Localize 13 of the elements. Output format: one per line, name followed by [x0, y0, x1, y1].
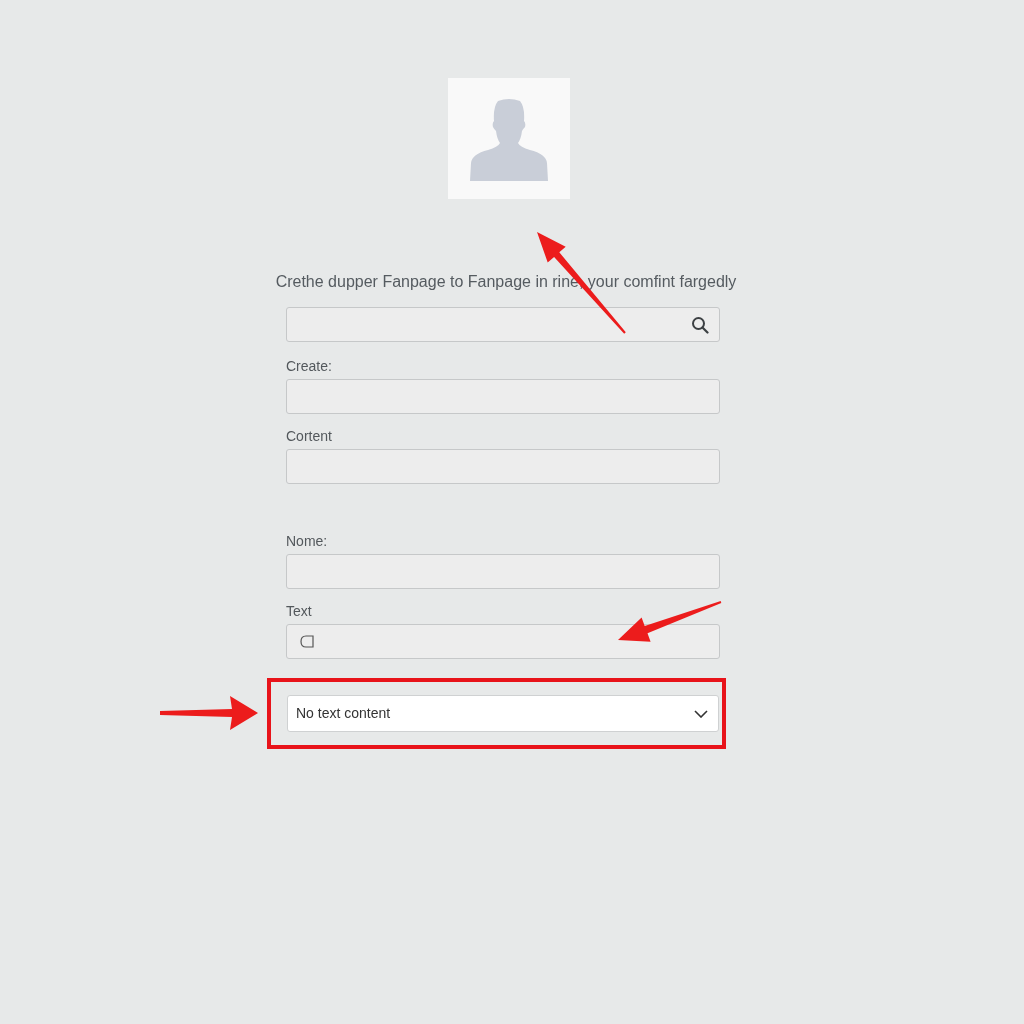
search-field[interactable]: [286, 307, 720, 342]
dropdown[interactable]: No text content: [287, 695, 719, 732]
person-silhouette-icon: [470, 99, 548, 181]
field-label: Cortent: [286, 427, 333, 445]
search-icon: [691, 315, 709, 334]
input-field[interactable]: [286, 449, 720, 484]
input-field[interactable]: [286, 624, 720, 659]
field-label: Nome:: [286, 532, 329, 550]
input-field[interactable]: [286, 379, 720, 414]
field-label: Text: [286, 602, 313, 620]
input-field[interactable]: [286, 554, 720, 589]
chevron-down-icon: [694, 709, 708, 718]
field-label: Create:: [286, 357, 333, 375]
